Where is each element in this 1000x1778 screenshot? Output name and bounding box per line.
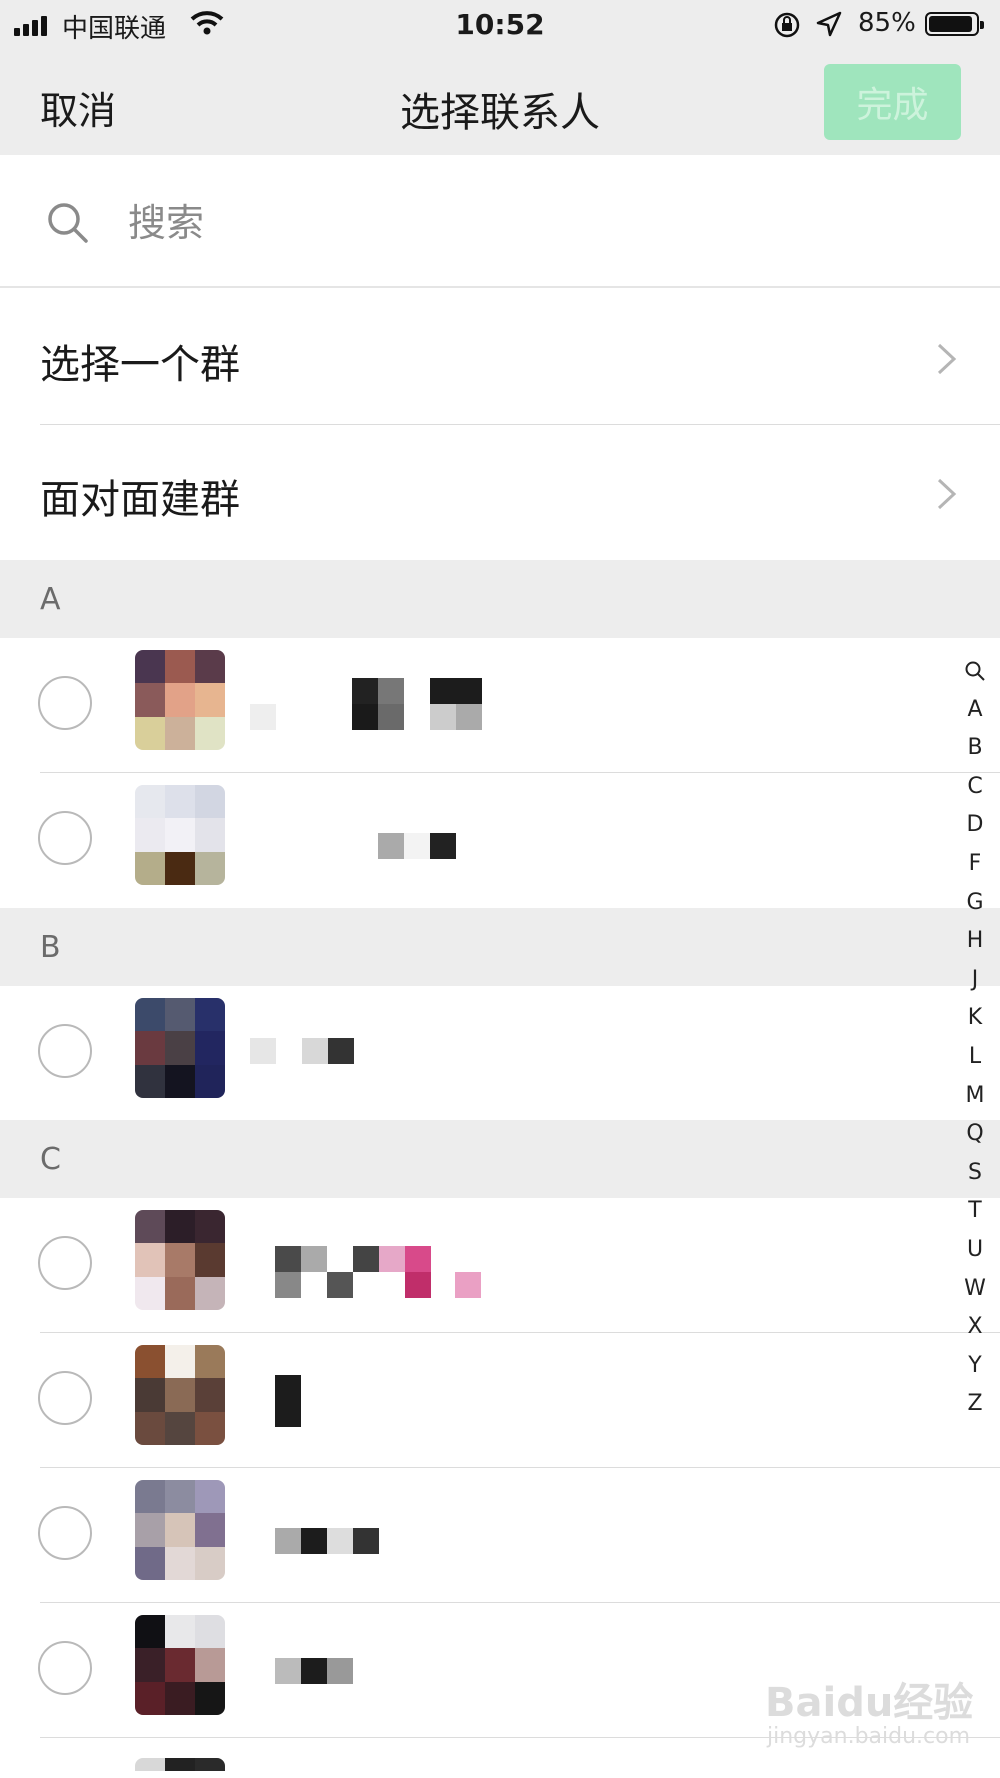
select-radio[interactable] xyxy=(38,1371,92,1425)
select-radio[interactable] xyxy=(38,1236,92,1290)
rotation-lock-icon xyxy=(774,12,800,38)
watermark: Baidu经验 jingyan.baidu.com xyxy=(765,1660,995,1760)
search-icon xyxy=(48,203,88,243)
index-letter-f[interactable]: F xyxy=(958,845,992,884)
index-letter-t[interactable]: T xyxy=(958,1192,992,1231)
section-header-b: B xyxy=(0,908,1000,986)
select-radio[interactable] xyxy=(38,1641,92,1695)
index-letter-l[interactable]: L xyxy=(958,1038,992,1077)
avatar xyxy=(135,1615,225,1715)
contact-row[interactable] xyxy=(0,1333,1000,1467)
section-header-a: A xyxy=(0,560,1000,638)
index-letter-k[interactable]: K xyxy=(958,999,992,1038)
battery-percent: 85% xyxy=(858,8,916,38)
index-letter-b[interactable]: B xyxy=(958,729,992,768)
index-letter-j[interactable]: J xyxy=(958,961,992,1000)
top-bar: 中国联通 10:52 85% 取消 选择联系人 完成 xyxy=(0,0,1000,155)
select-radio[interactable] xyxy=(38,1506,92,1560)
face-to-face-group-row[interactable]: 面对面建群 xyxy=(0,425,1000,559)
location-arrow-icon xyxy=(816,11,842,37)
select-radio[interactable] xyxy=(38,811,92,865)
index-letter-z[interactable]: Z xyxy=(958,1385,992,1424)
avatar xyxy=(135,1758,225,1778)
section-letter: A xyxy=(40,582,61,617)
index-search-icon[interactable] xyxy=(958,652,992,691)
index-letter-s[interactable]: S xyxy=(958,1154,992,1193)
index-letter-u[interactable]: U xyxy=(958,1231,992,1270)
search-bar xyxy=(0,155,1000,288)
done-button[interactable]: 完成 xyxy=(824,64,961,140)
status-bar: 中国联通 10:52 85% xyxy=(0,0,1000,50)
section-header-c: C xyxy=(0,1120,1000,1198)
avatar xyxy=(135,650,225,750)
index-letter-q[interactable]: Q xyxy=(958,1115,992,1154)
index-letter-y[interactable]: Y xyxy=(958,1347,992,1386)
watermark-url: jingyan.baidu.com xyxy=(767,1724,971,1749)
face-to-face-group-label: 面对面建群 xyxy=(40,477,240,523)
contact-row[interactable] xyxy=(0,1198,1000,1332)
index-letter-m[interactable]: M xyxy=(958,1077,992,1116)
select-radio[interactable] xyxy=(38,1024,92,1078)
alphabet-index-bar[interactable]: ABCDFGHJKLMQSTUWXYZ xyxy=(958,652,992,1424)
chevron-right-icon xyxy=(937,478,957,510)
section-letter: B xyxy=(40,930,61,965)
watermark-logo: Baidu经验 xyxy=(765,1680,974,1726)
index-letter-x[interactable]: X xyxy=(958,1308,992,1347)
contact-row[interactable] xyxy=(0,638,1000,772)
index-letter-c[interactable]: C xyxy=(958,768,992,807)
section-letter: C xyxy=(40,1142,61,1177)
avatar xyxy=(135,785,225,885)
index-letter-d[interactable]: D xyxy=(958,806,992,845)
status-time: 10:52 xyxy=(455,8,545,41)
index-letters: ABCDFGHJKLMQSTUWXYZ xyxy=(958,691,992,1424)
select-group-label: 选择一个群 xyxy=(40,342,240,388)
contact-row[interactable] xyxy=(0,773,1000,907)
index-letter-w[interactable]: W xyxy=(958,1270,992,1309)
avatar xyxy=(135,998,225,1098)
index-letter-h[interactable]: H xyxy=(958,922,992,961)
avatar xyxy=(135,1210,225,1310)
index-letter-a[interactable]: A xyxy=(958,691,992,730)
search-input[interactable] xyxy=(126,197,930,249)
index-letter-g[interactable]: G xyxy=(958,884,992,923)
avatar xyxy=(135,1480,225,1580)
contact-row[interactable] xyxy=(0,1468,1000,1602)
select-radio[interactable] xyxy=(38,676,92,730)
avatar xyxy=(135,1345,225,1445)
chevron-right-icon xyxy=(937,343,957,375)
select-group-row[interactable]: 选择一个群 xyxy=(0,290,1000,424)
battery-icon xyxy=(925,12,984,36)
contact-row[interactable] xyxy=(0,986,1000,1120)
